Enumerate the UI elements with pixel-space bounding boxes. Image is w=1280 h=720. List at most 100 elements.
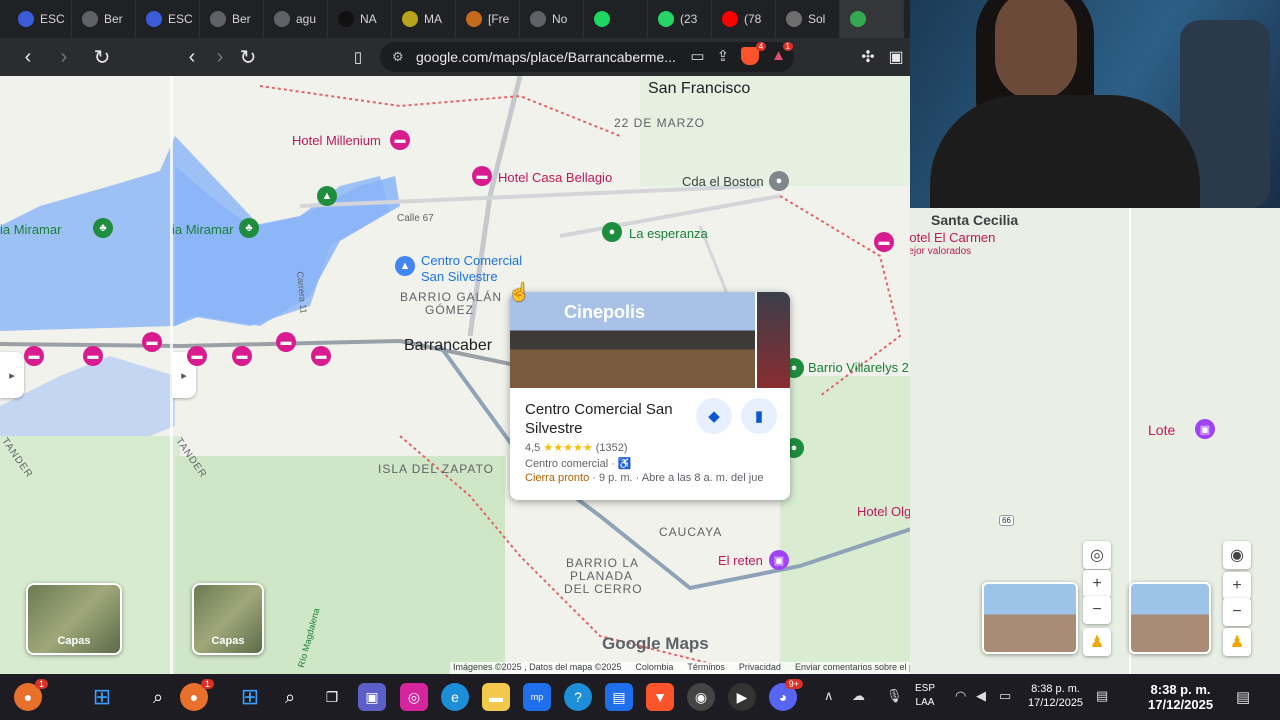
back-icon[interactable]: ‹ bbox=[10, 39, 46, 75]
save-button[interactable]: ▮ bbox=[741, 398, 777, 434]
browser-tab[interactable]: Ber bbox=[200, 0, 264, 38]
edge-icon[interactable]: e bbox=[441, 683, 469, 711]
onedrive-icon[interactable]: ☁ bbox=[852, 688, 865, 704]
discord-icon[interactable]: ◕ 9+ bbox=[769, 679, 803, 711]
browser-tab[interactable] bbox=[840, 0, 904, 38]
directions-button[interactable]: ◆ bbox=[696, 398, 732, 434]
map-canvas[interactable]: ▸ ▸ ▬ ▬ ● ▲ ● ▲ ♣ ♣ ▬ ▬ ▬ ▬ ▬ ▬ ▬ ● ● ▣ … bbox=[0, 76, 910, 674]
brave-shields-icon[interactable]: 4 bbox=[741, 42, 767, 65]
hotel-pin[interactable]: ▬ bbox=[311, 346, 331, 366]
map-label[interactable]: Hotel Olga Lucia bbox=[857, 504, 910, 519]
hotel-pin[interactable]: ▬ bbox=[83, 346, 103, 366]
map-label[interactable]: El reten bbox=[718, 553, 763, 568]
app-icon[interactable]: mp bbox=[523, 683, 551, 711]
file-explorer-icon[interactable]: ▬ bbox=[482, 683, 510, 711]
browser-tab[interactable]: (23 bbox=[648, 0, 712, 38]
zoom-in-button[interactable]: + bbox=[1223, 572, 1251, 600]
cast-icon[interactable]: ▭ bbox=[690, 47, 704, 65]
map-label[interactable]: Hotel Casa Bellagio bbox=[498, 170, 612, 185]
map-label[interactable]: Cda el Boston bbox=[682, 174, 764, 189]
volume-icon[interactable]: ◀ bbox=[976, 688, 986, 704]
hotel-pin[interactable]: ▬ bbox=[142, 332, 162, 352]
map-label[interactable]: Lote bbox=[1148, 422, 1175, 438]
browser-tab[interactable]: MA bbox=[392, 0, 456, 38]
task-view-icon[interactable]: ❐ bbox=[318, 683, 346, 711]
layers-button[interactable]: Capas bbox=[192, 583, 264, 655]
place-pin[interactable]: ● bbox=[769, 171, 789, 191]
my-location-button[interactable]: ◉ bbox=[1223, 541, 1251, 569]
park-pin[interactable]: ♣ bbox=[93, 218, 113, 238]
place-card[interactable]: Cinepolis Centro Comercial San Silvestre… bbox=[510, 292, 790, 500]
place-photo[interactable]: Cinepolis bbox=[510, 292, 755, 388]
clock[interactable]: 8:38 p. m. 17/12/2025 bbox=[1148, 682, 1213, 712]
app-icon[interactable]: ▤ bbox=[605, 683, 633, 711]
park-pin[interactable]: ▲ bbox=[317, 186, 337, 206]
windows-start-icon[interactable]: ⊞ bbox=[236, 683, 264, 711]
browser-tab[interactable]: [Fre bbox=[456, 0, 520, 38]
review-count[interactable]: (1352) bbox=[596, 442, 628, 454]
shopping-pin[interactable]: ▲ bbox=[395, 256, 415, 276]
browser-tab[interactable]: agu bbox=[264, 0, 328, 38]
notification-icon[interactable]: ▤ bbox=[1236, 688, 1250, 706]
place-photo-secondary[interactable] bbox=[757, 292, 790, 388]
sidebar-icon[interactable]: ▣ bbox=[878, 39, 914, 75]
clock[interactable]: 8:38 p. m. 17/12/2025 bbox=[1028, 682, 1083, 710]
layers-button[interactable]: Capas bbox=[26, 583, 122, 655]
hotel-pin[interactable]: ▬ bbox=[24, 346, 44, 366]
instagram-icon[interactable]: ◎ bbox=[400, 683, 428, 711]
map-label[interactable]: Hotel Millenium bbox=[292, 133, 381, 148]
place-pin[interactable]: ▣ bbox=[769, 550, 789, 570]
windows-start-icon[interactable]: ⊞ bbox=[88, 683, 116, 711]
collapse-panel-button[interactable]: ▸ bbox=[0, 352, 24, 398]
share-icon[interactable]: ⇪ bbox=[717, 47, 730, 65]
map-label[interactable]: Hotel El Carmen bbox=[910, 230, 995, 245]
search-icon[interactable]: ⌕ bbox=[276, 683, 304, 711]
teams-icon[interactable]: ▣ bbox=[358, 683, 386, 711]
my-location-button[interactable]: ◎ bbox=[1083, 541, 1111, 569]
notification-icon[interactable]: ▤ bbox=[1096, 688, 1108, 704]
brave-icon[interactable]: ● 1 bbox=[180, 679, 214, 711]
brave-rewards-icon[interactable]: ▲ 1 bbox=[771, 42, 793, 65]
place-pin[interactable]: ▣ bbox=[1195, 419, 1215, 439]
chrome-icon[interactable]: ◉ bbox=[687, 683, 715, 711]
hotel-pin[interactable]: ▬ bbox=[874, 232, 894, 252]
reload-icon[interactable]: ↻ bbox=[230, 39, 266, 75]
park-pin[interactable]: ● bbox=[602, 222, 622, 242]
browser-tab[interactable]: No bbox=[520, 0, 584, 38]
map-label[interactable]: Barrio Villarelys 2 bbox=[808, 360, 909, 375]
zoom-out-button[interactable]: − bbox=[1223, 598, 1251, 626]
hotel-pin[interactable]: ▬ bbox=[276, 332, 296, 352]
attribution-link[interactable]: Colombia bbox=[635, 662, 673, 674]
street-view-thumbnail[interactable] bbox=[982, 582, 1078, 654]
help-icon[interactable]: ? bbox=[564, 683, 592, 711]
park-pin[interactable]: ♣ bbox=[239, 218, 259, 238]
weather-icon[interactable]: ● 1 bbox=[14, 679, 48, 711]
map-label[interactable]: San Silvestre bbox=[421, 269, 498, 284]
search-icon[interactable]: ⌕ bbox=[144, 683, 172, 711]
map-label[interactable]: La esperanza bbox=[629, 226, 708, 241]
browser-tab[interactable] bbox=[584, 0, 648, 38]
hotel-pin[interactable]: ▬ bbox=[390, 130, 410, 150]
microphone-icon[interactable]: 🎙 bbox=[886, 688, 903, 704]
map-label[interactable]: Centro Comercial bbox=[421, 253, 522, 268]
hotel-pin[interactable]: ▬ bbox=[472, 166, 492, 186]
address-bar[interactable]: ⚙ google.com/maps/place/Barrancaberme...… bbox=[380, 42, 794, 72]
media-player-icon[interactable]: ▶ bbox=[728, 683, 756, 711]
browser-tab[interactable]: Sol bbox=[776, 0, 840, 38]
brave-icon[interactable]: ▼ bbox=[646, 683, 674, 711]
pegman-icon[interactable]: ♟ bbox=[1223, 628, 1251, 656]
street-view-thumbnail[interactable] bbox=[1129, 582, 1211, 654]
chevron-up-icon[interactable]: ∧ bbox=[824, 688, 834, 704]
browser-tab[interactable]: NA bbox=[328, 0, 392, 38]
site-settings-icon[interactable]: ⚙ bbox=[392, 49, 404, 65]
browser-tab[interactable]: ESC bbox=[8, 0, 72, 38]
hotel-pin[interactable]: ▬ bbox=[232, 346, 252, 366]
browser-tab[interactable]: Ber bbox=[72, 0, 136, 38]
reload-icon[interactable]: ↻ bbox=[84, 39, 120, 75]
zoom-in-button[interactable]: + bbox=[1083, 570, 1111, 598]
attribution-link[interactable]: Privacidad bbox=[739, 662, 781, 674]
pegman-icon[interactable]: ♟ bbox=[1083, 628, 1111, 656]
browser-tab[interactable]: (78 bbox=[712, 0, 776, 38]
map-canvas-secondary[interactable]: Santa Cecilia Hotel El Carmen Mejor valo… bbox=[910, 208, 1280, 674]
browser-tab[interactable]: ESC bbox=[136, 0, 200, 38]
